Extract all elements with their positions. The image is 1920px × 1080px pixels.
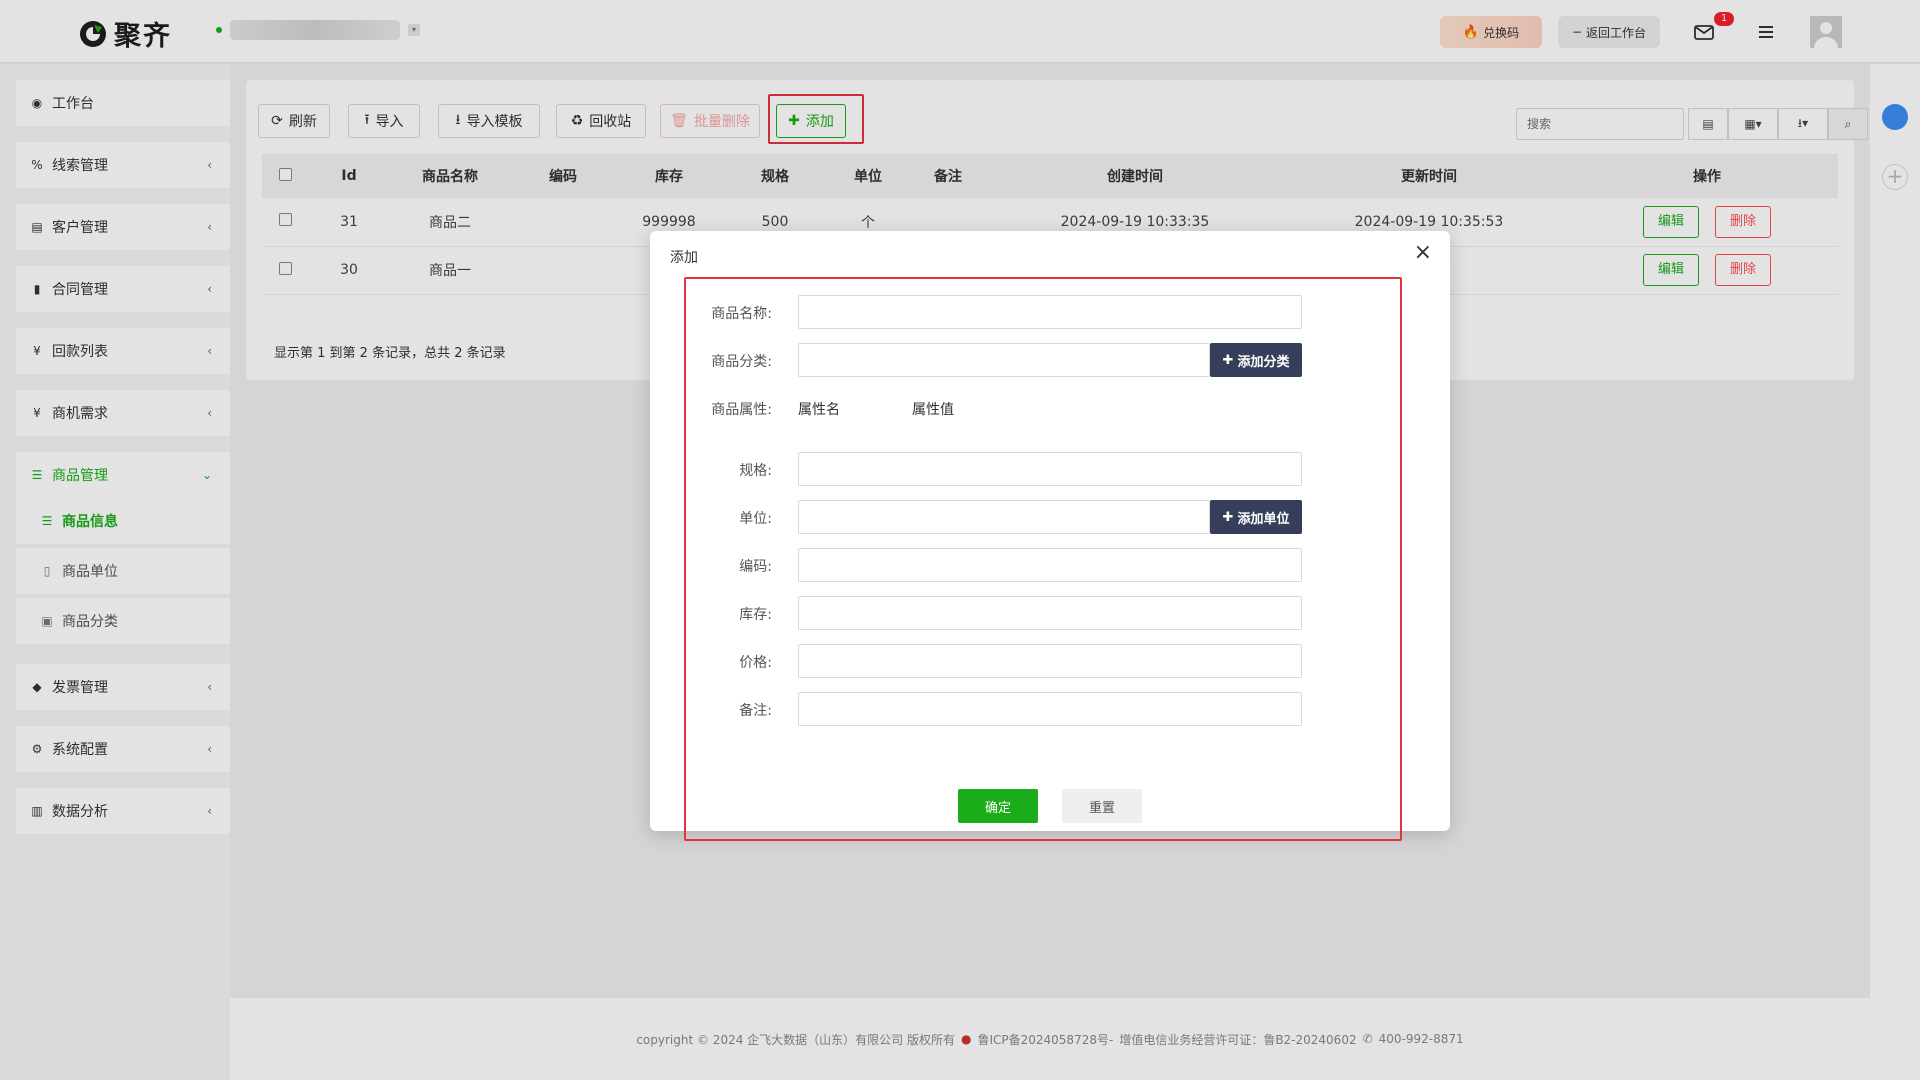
field-label-category: 商品分类: [711, 354, 772, 370]
reset-button[interactable]: 重置 [1062, 789, 1142, 823]
plus-icon: ✚ [1222, 509, 1234, 525]
field-label-stock: 库存: [739, 607, 772, 623]
form-row-unit: 单位: ✚ 添加单位 [650, 500, 1450, 534]
spec-input[interactable] [798, 452, 1302, 486]
form-row-note: 备注: [650, 692, 1450, 726]
field-label-unit: 单位: [739, 511, 772, 527]
field-label-spec: 规格: [739, 463, 772, 479]
add-category-button[interactable]: ✚ 添加分类 [1210, 343, 1302, 377]
add-product-dialog: 添加 × 商品名称: 商品分类: ✚ 添加分类 商品属性: 属性名 属性值 规格… [650, 231, 1450, 841]
form-row-spec: 规格: [650, 452, 1450, 486]
close-icon[interactable]: × [1414, 242, 1432, 264]
form-row-price: 价格: [650, 644, 1450, 678]
field-label-name: 商品名称: [711, 306, 772, 322]
form-row-category: 商品分类: ✚ 添加分类 [650, 343, 1450, 377]
note-input[interactable] [798, 692, 1302, 726]
confirm-button[interactable]: 确定 [958, 789, 1038, 823]
dialog-title: 添加 [670, 250, 698, 266]
add-category-label: 添加分类 [1237, 354, 1290, 370]
form-row-code: 编码: [650, 548, 1450, 582]
field-label-note: 备注: [739, 703, 772, 719]
product-category-input[interactable] [798, 343, 1210, 377]
field-label-price: 价格: [739, 655, 772, 671]
plus-icon: ✚ [1222, 352, 1234, 368]
field-label-code: 编码: [739, 559, 772, 575]
form-row-attributes: 商品属性: 属性名 属性值 [650, 391, 1450, 425]
product-name-input[interactable] [798, 295, 1302, 329]
attr-value-header: 属性值 [912, 402, 954, 418]
price-input[interactable] [798, 644, 1302, 678]
form-row-name: 商品名称: [650, 295, 1450, 329]
form-row-stock: 库存: [650, 596, 1450, 630]
stock-input[interactable] [798, 596, 1302, 630]
attr-name-header: 属性名 [798, 402, 840, 418]
field-label-attributes: 商品属性: [711, 402, 772, 418]
code-input[interactable] [798, 548, 1302, 582]
add-unit-label: 添加单位 [1237, 511, 1290, 527]
add-unit-button[interactable]: ✚ 添加单位 [1210, 500, 1302, 534]
unit-input[interactable] [798, 500, 1210, 534]
